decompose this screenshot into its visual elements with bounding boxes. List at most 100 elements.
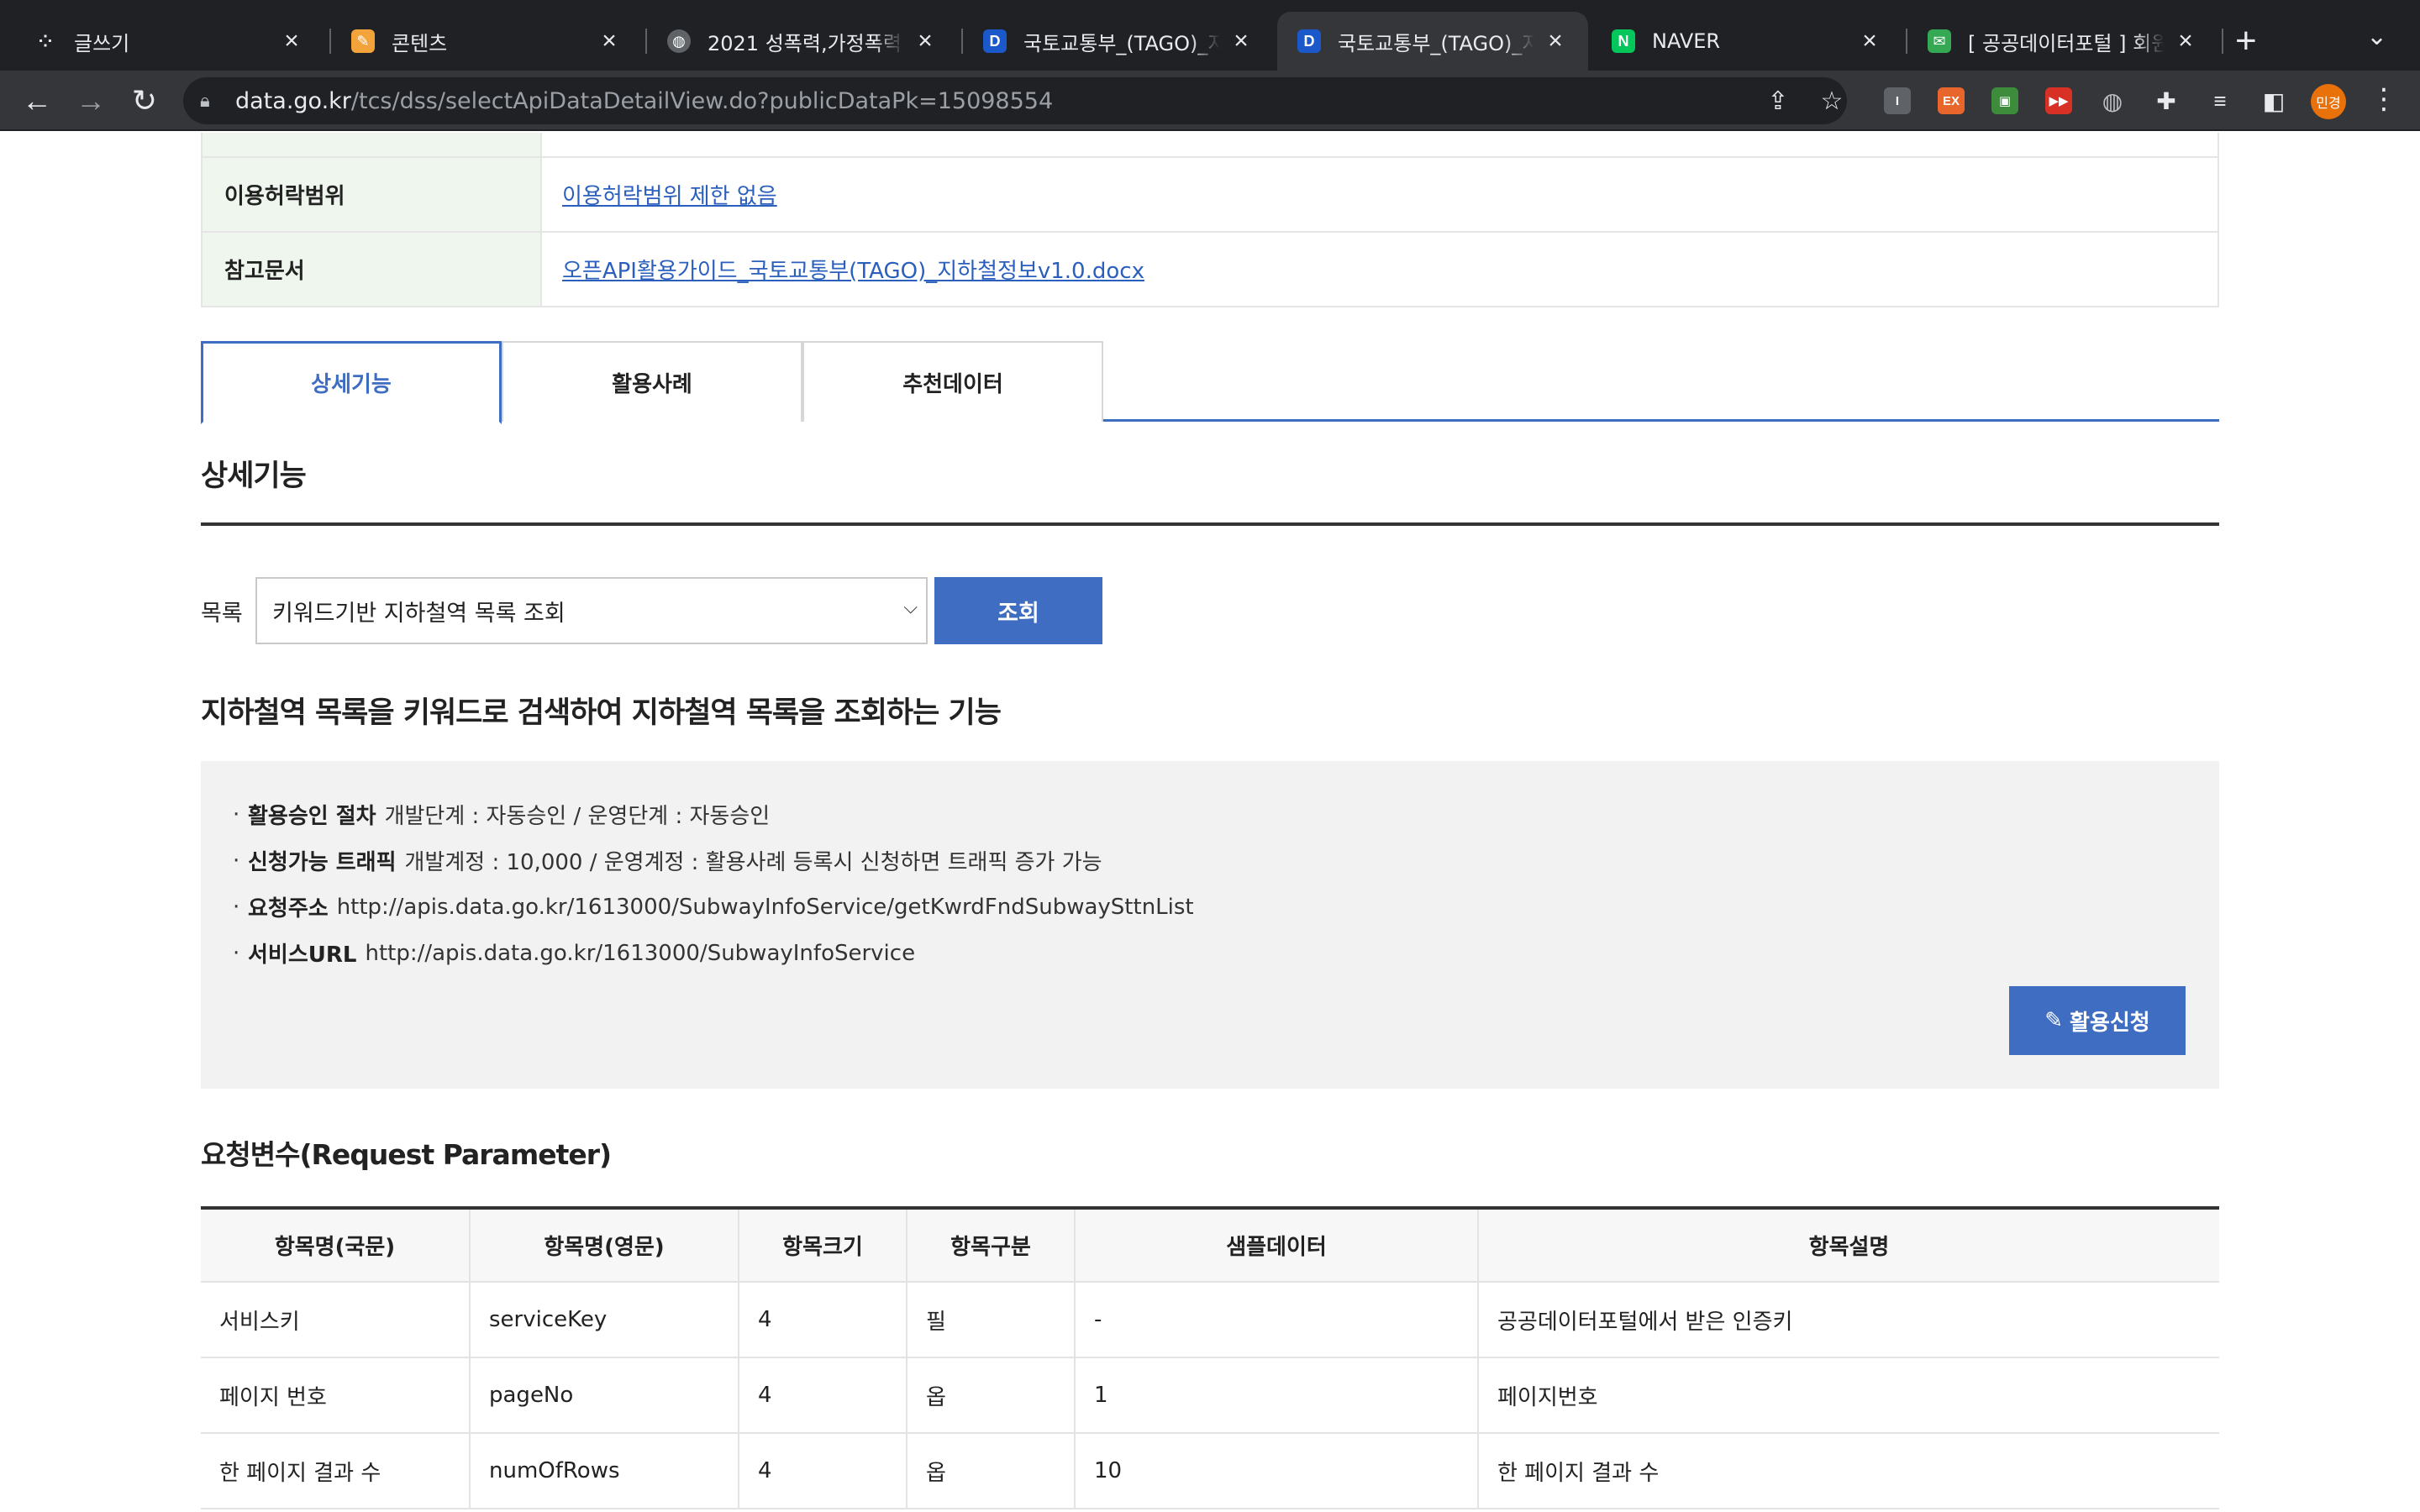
tab-detail-features[interactable]: 상세기능: [201, 341, 502, 424]
address-url: data.go.kr/tcs/dss/selectApiDataDetailVi…: [235, 88, 1053, 114]
info-row-partial: [203, 133, 2217, 156]
info-row-license: 이용허락범위 이용허락범위 제한 없음: [203, 156, 2217, 231]
bullet-label: 요청주소: [248, 896, 329, 921]
url-host: data.go.kr: [235, 87, 351, 114]
license-link[interactable]: 이용허락범위 제한 없음: [562, 179, 777, 210]
mail-icon: ✉: [1928, 29, 1951, 53]
lock-icon: 🔒︎: [200, 90, 210, 111]
profile-avatar[interactable]: 민경: [2311, 84, 2346, 119]
bullet-value: 개발단계 : 자동승인 / 운영단계 : 자동승인: [384, 804, 771, 829]
more-menu-icon[interactable]: ⋮: [2370, 82, 2398, 116]
url-path: /tcs/dss/selectApiDataDetailView.do?publ…: [350, 87, 1054, 114]
browser-tab-active[interactable]: D 국토교통부_(TAGO)_지하 ×: [1277, 12, 1588, 71]
bullet-dot-icon: ·: [233, 940, 240, 966]
tab-title: 국토교통부_(TAGO)_지하: [1023, 31, 1220, 55]
extension-globe-icon[interactable]: ◍: [2099, 87, 2126, 114]
tab-recommended-data[interactable]: 추천데이터: [802, 341, 1103, 422]
browser-tab[interactable]: ◍ 2021 성폭력,가정폭력 통 ×: [647, 12, 958, 71]
tab-search-chevron-icon[interactable]: ⌄: [2366, 22, 2387, 51]
close-icon[interactable]: ×: [1543, 27, 1568, 55]
new-tab-plus-icon[interactable]: +: [2235, 20, 2257, 62]
info-label: 이용허락범위: [203, 158, 540, 231]
table-cell: 1: [1075, 1357, 1479, 1434]
close-icon[interactable]: ×: [2173, 27, 2198, 55]
list-label: 목록: [201, 601, 243, 627]
table-row: 한 페이지 결과 수 numOfRows 4 옵 10 한 페이지 결과 수: [201, 1433, 2219, 1509]
bullet-label: 활용승인 절차: [248, 804, 376, 829]
apply-button[interactable]: ✎ 활용신청: [2009, 986, 2186, 1055]
table-cell: -: [1075, 1282, 1479, 1358]
browser-tab[interactable]: D 국토교통부_(TAGO)_지하 ×: [963, 12, 1274, 71]
table-cell: 한 페이지 결과 수: [201, 1433, 471, 1509]
search-button[interactable]: 조회: [934, 577, 1102, 644]
operation-select-value: 키워드기반 지하철역 목록 조회: [272, 600, 566, 627]
browser-tab[interactable]: ✉ [ 공공데이터포털 ] 회원가 ×: [1907, 12, 2218, 71]
column-header: 샘플데이터: [1075, 1208, 1479, 1283]
info-value-cell: 이용허락범위 제한 없음: [540, 158, 2217, 231]
address-bar[interactable]: 🔒︎ data.go.kr/tcs/dss/selectApiDataDetai…: [183, 77, 1847, 124]
tab-title: NAVER: [1652, 29, 1721, 53]
forward-arrow-icon[interactable]: →: [67, 77, 114, 124]
tab-use-cases[interactable]: 활용사례: [502, 341, 802, 422]
browser-toolbar: ← → ↻ 🔒︎ data.go.kr/tcs/dss/selectApiDat…: [0, 71, 2420, 131]
naver-icon: N: [1612, 29, 1635, 53]
list-item: · 서비스URL http://apis.data.go.kr/1613000/Su…: [233, 930, 1194, 976]
reference-doc-link[interactable]: 오픈API활용가이드_국토교통부(TAGO)_지하철정보v1.0.docx: [562, 254, 1144, 285]
operation-select[interactable]: 키워드기반 지하철역 목록 조회 ⌵: [255, 577, 928, 644]
apply-button-label: 활용신청: [2070, 1010, 2150, 1036]
table-cell: 페이지 번호: [201, 1357, 471, 1434]
column-header: 항목크기: [739, 1208, 908, 1283]
browser-tab[interactable]: ⁘ 글쓰기 ×: [13, 12, 324, 71]
table-cell: 옵: [907, 1433, 1076, 1509]
table-header-row: 항목명(국문) 항목명(영문) 항목크기 항목구분 샘플데이터 항목설명: [201, 1208, 2219, 1283]
close-icon[interactable]: ×: [279, 27, 304, 55]
tab-title: 글쓰기: [74, 31, 130, 55]
extension-green-icon[interactable]: ▣: [1991, 87, 2018, 114]
info-value-cell: [540, 133, 2217, 156]
table-cell: numOfRows: [470, 1433, 739, 1509]
chevron-down-icon: ⌵: [903, 597, 918, 618]
close-icon[interactable]: ×: [1857, 27, 1882, 55]
table-cell: 공공데이터포털에서 받은 인증키: [1478, 1282, 2219, 1358]
request-params-title: 요청변수(Request Parameter): [201, 1138, 612, 1171]
reload-icon[interactable]: ↻: [121, 77, 168, 124]
globe-icon: ◍: [667, 29, 691, 53]
back-arrow-icon[interactable]: ←: [13, 77, 60, 124]
section-title: 상세기능: [201, 459, 307, 493]
bookmark-star-icon[interactable]: ☆: [1808, 77, 1855, 124]
share-icon[interactable]: ⇪: [1754, 77, 1802, 124]
extension-red-icon[interactable]: ▶▶: [2045, 87, 2072, 114]
close-icon[interactable]: ×: [597, 27, 622, 55]
extensions-puzzle-icon[interactable]: ✚: [2153, 87, 2180, 114]
table-cell: 필: [907, 1282, 1076, 1358]
browser-tab[interactable]: N NAVER ×: [1591, 12, 1902, 71]
extension-ex-icon[interactable]: EX: [1938, 87, 1965, 114]
browser-tab[interactable]: ✎ 콘텐츠 ×: [331, 12, 642, 71]
section-divider: [201, 522, 2219, 526]
column-header: 항목설명: [1478, 1208, 2219, 1283]
pencil-icon: ✎: [2044, 1008, 2064, 1033]
table-cell: pageNo: [470, 1357, 739, 1434]
table-cell: 4: [739, 1433, 908, 1509]
list-item: · 활용승인 절차 개발단계 : 자동승인 / 운영단계 : 자동승인: [233, 791, 1194, 837]
bullet-value: http://apis.data.go.kr/1613000/SubwayInf…: [336, 894, 1194, 920]
bullet-label: 서비스URL: [248, 942, 357, 968]
api-info-box: · 활용승인 절차 개발단계 : 자동승인 / 운영단계 : 자동승인 · 신청가능 …: [201, 761, 2219, 1089]
table-cell: 서비스키: [201, 1282, 471, 1358]
bullet-dot-icon: ·: [233, 801, 240, 827]
table-cell: serviceKey: [470, 1282, 739, 1358]
info-value-cell: 오픈API활용가이드_국토교통부(TAGO)_지하철정보v1.0.docx: [540, 233, 2217, 306]
close-icon[interactable]: ×: [913, 27, 938, 55]
detail-tabs: 상세기능 활용사례 추천데이터: [201, 341, 2219, 424]
column-header: 항목명(영문): [470, 1208, 739, 1283]
page-content: 이용허락범위 이용허락범위 제한 없음 참고문서 오픈API활용가이드_국토교통…: [0, 133, 2420, 1512]
side-panel-icon[interactable]: ◧: [2260, 87, 2287, 114]
bullet-dot-icon: ·: [233, 848, 240, 874]
info-row-reference: 참고문서 오픈API활용가이드_국토교통부(TAGO)_지하철정보v1.0.do…: [203, 231, 2217, 306]
extension-i-icon[interactable]: I: [1884, 87, 1911, 114]
table-cell: 옵: [907, 1357, 1076, 1434]
pencil-note-icon: ✎: [351, 29, 375, 53]
info-table: 이용허락범위 이용허락범위 제한 없음 참고문서 오픈API활용가이드_국토교통…: [201, 133, 2219, 307]
close-icon[interactable]: ×: [1228, 27, 1254, 55]
media-queue-icon[interactable]: ≡: [2207, 87, 2233, 114]
